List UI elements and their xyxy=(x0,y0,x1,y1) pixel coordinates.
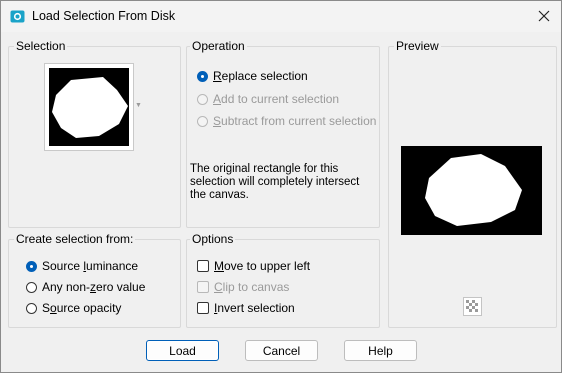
radio-source-opacity[interactable]: Source opacity xyxy=(26,301,121,315)
radio-indicator xyxy=(197,70,208,82)
checkbox-box xyxy=(197,260,209,272)
cancel-button[interactable]: Cancel xyxy=(245,340,318,361)
radio-label: Replace selection xyxy=(213,69,308,83)
radio-label: Subtract from current selection xyxy=(213,114,377,128)
preview-group-label: Preview xyxy=(394,39,441,53)
checkbox-label: Invert selection xyxy=(214,301,295,315)
dropdown-arrow-icon[interactable]: ▼ xyxy=(135,102,142,109)
checkbox-label: Clip to canvas xyxy=(214,280,290,294)
options-group-label: Options xyxy=(190,232,236,246)
radio-label: Source opacity xyxy=(42,301,122,315)
title-bar: Load Selection From Disk xyxy=(1,1,561,32)
checkbox-label: Move to upper left xyxy=(214,259,311,273)
selection-thumbnail-picker[interactable] xyxy=(44,63,134,151)
create-selection-from-label: Create selection from: xyxy=(14,232,136,246)
radio-indicator xyxy=(26,281,37,293)
checkbox-box xyxy=(197,302,209,314)
radio-any-non-zero-value[interactable]: Any non-zero value xyxy=(26,280,145,294)
radio-replace-selection[interactable]: Replace selection xyxy=(197,69,308,83)
radio-indicator xyxy=(26,260,37,272)
radio-indicator xyxy=(197,115,208,127)
radio-source-luminance[interactable]: Source luminance xyxy=(26,259,138,273)
dialog-window: Load Selection From Disk Selection ▼ Ope… xyxy=(0,0,562,373)
radio-label: Any non-zero value xyxy=(42,280,146,294)
radio-indicator xyxy=(197,93,208,105)
checkbox-clip-to-canvas[interactable]: Clip to canvas xyxy=(197,280,289,294)
help-button[interactable]: Help xyxy=(344,340,417,361)
load-button[interactable]: Load xyxy=(146,340,219,361)
checkbox-box xyxy=(197,281,209,293)
close-icon xyxy=(538,10,550,22)
selection-thumbnail-image xyxy=(49,68,129,146)
radio-label: Add to current selection xyxy=(213,92,340,106)
selection-group-label: Selection xyxy=(14,39,68,53)
radio-label: Source luminance xyxy=(42,259,139,273)
operation-group-label: Operation xyxy=(190,39,247,53)
preview-image xyxy=(401,146,542,235)
radio-add-to-current-selection[interactable]: Add to current selection xyxy=(197,92,339,106)
checkbox-move-to-upper-left[interactable]: Move to upper left xyxy=(197,259,310,273)
transparency-checker-icon[interactable] xyxy=(463,297,482,316)
checkbox-invert-selection[interactable]: Invert selection xyxy=(197,301,295,315)
close-button[interactable] xyxy=(531,5,557,27)
app-icon xyxy=(10,9,25,24)
radio-subtract-from-current-selection[interactable]: Subtract from current selection xyxy=(197,114,376,128)
operation-info-text: The original rectangle for this selectio… xyxy=(190,163,360,201)
radio-indicator xyxy=(26,302,37,314)
window-title: Load Selection From Disk xyxy=(32,9,176,23)
